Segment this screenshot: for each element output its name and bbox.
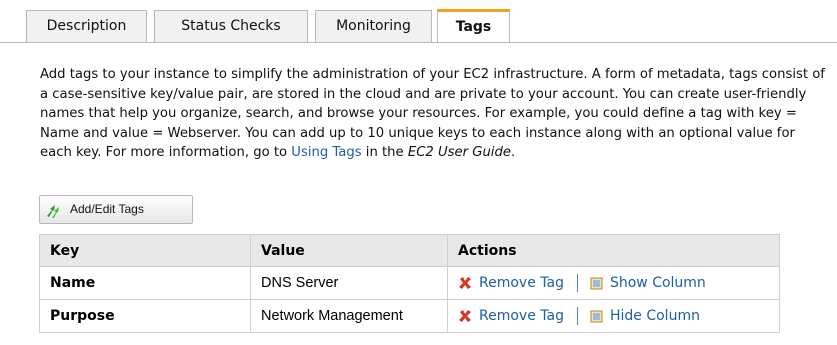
tag-value: DNS Server [250,266,448,300]
column-icon [590,310,603,322]
tag-actions: Remove Tag Hide Column [447,299,780,333]
action-separator [576,274,578,292]
tags-table: Key Value Actions Name DNS Server Remove… [39,234,780,333]
header-key: Key [39,234,251,267]
action-separator [576,307,578,325]
tag-key: Purpose [39,299,251,333]
tab-divider [0,42,837,43]
tags-description: Add tags to your instance to simplify th… [40,65,830,163]
description-middle-text: in the [361,145,408,160]
remove-tag-link[interactable]: Remove Tag [458,275,564,291]
tag-value: Network Management [250,299,448,333]
tag-actions: Remove Tag Show Column [447,266,780,300]
remove-tag-label: Remove Tag [479,308,564,324]
add-edit-tags-button[interactable]: Add/Edit Tags [39,195,193,224]
table-row: Purpose Network Management Remove Tag Hi… [39,299,780,333]
tab-monitoring[interactable]: Monitoring [315,10,432,42]
show-column-link[interactable]: Show Column [590,275,706,291]
remove-x-icon [459,277,471,289]
description-end-text: . [510,145,516,160]
remove-tag-link[interactable]: Remove Tag [458,308,564,324]
remove-x-icon [459,310,471,322]
add-edit-tags-label: Add/Edit Tags [70,202,144,216]
header-value: Value [250,234,448,267]
tab-description[interactable]: Description [26,10,147,42]
table-header-row: Key Value Actions [39,234,780,267]
using-tags-link[interactable]: Using Tags [291,145,361,160]
table-row: Name DNS Server Remove Tag Show Column [39,266,780,300]
hide-column-label: Hide Column [609,308,700,324]
guide-title: EC2 User Guide [407,145,511,160]
header-actions: Actions [447,234,780,267]
tab-tags[interactable]: Tags [437,9,510,43]
column-icon [590,277,603,289]
remove-tag-label: Remove Tag [479,275,564,291]
tag-key: Name [39,266,251,300]
tab-bar: Description Status Checks Monitoring Tag… [0,0,837,43]
show-column-label: Show Column [609,275,706,291]
hide-column-link[interactable]: Hide Column [590,308,700,324]
green-arrows-icon [47,205,59,218]
tab-status-checks[interactable]: Status Checks [154,10,308,42]
